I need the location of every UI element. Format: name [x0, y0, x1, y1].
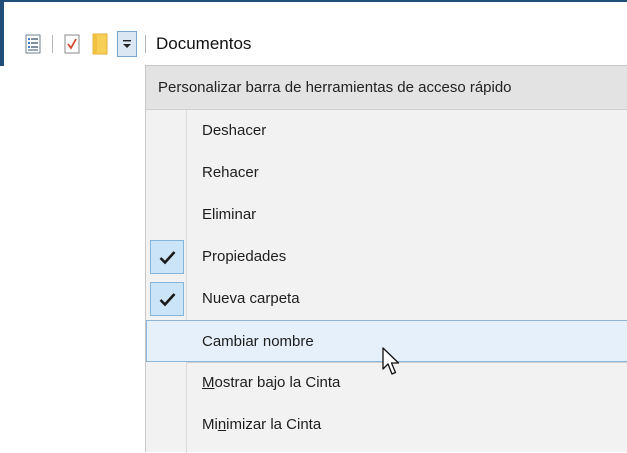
menu-item-label: Cambiar nombre — [202, 333, 314, 350]
window-frame-top — [0, 0, 627, 2]
check-box — [150, 240, 184, 274]
mouse-pointer-icon — [382, 347, 400, 375]
toolbar-separator — [145, 35, 146, 53]
checkmark-icon — [159, 251, 176, 265]
checklist-button[interactable] — [61, 32, 83, 56]
menu-header: Personalizar barra de herramientas de ac… — [146, 66, 627, 110]
menu-item-minimize-ribbon[interactable]: Minimizar la Cinta — [146, 404, 627, 446]
customize-quick-access-button[interactable] — [117, 31, 137, 57]
menu-item-label: Rehacer — [202, 164, 259, 181]
customize-quick-access-menu: Personalizar barra de herramientas de ac… — [145, 65, 627, 453]
checklist-icon — [64, 34, 80, 54]
menu-item-label: Deshacer — [202, 122, 267, 139]
menu-item-label: Nueva carpeta — [202, 290, 300, 307]
check-slot — [150, 156, 184, 190]
menu-item-undo[interactable]: Deshacer — [146, 110, 627, 152]
check-slot — [150, 198, 184, 232]
properties-icon — [25, 34, 41, 54]
toolbar-separator — [52, 35, 53, 53]
title-bar: Documentos — [0, 0, 627, 66]
checkmark-icon — [159, 293, 176, 307]
access-key: n — [217, 416, 227, 433]
check-box — [150, 282, 184, 316]
menu-item-label: Propiedades — [202, 248, 287, 265]
menu-item-label: Eliminar — [202, 206, 257, 223]
menu-item-delete[interactable]: Eliminar — [146, 194, 627, 236]
new-folder-button[interactable] — [89, 32, 111, 56]
window-title: Documentos — [156, 34, 252, 53]
customize-dropdown-icon — [123, 40, 131, 48]
menu-item-list: Deshacer Rehacer Eliminar Propiedades Nu… — [146, 110, 627, 446]
menu-item-new-folder[interactable]: Nueva carpeta — [146, 278, 627, 320]
menu-separator — [187, 362, 627, 363]
menu-item-label: Mostrar bajo la Cinta — [202, 374, 341, 391]
folder-icon — [92, 33, 108, 55]
menu-item-properties[interactable]: Propiedades — [146, 236, 627, 278]
properties-button[interactable] — [22, 32, 44, 56]
menu-item-label: Minimizar la Cinta — [202, 416, 322, 433]
quick-access-toolbar: Documentos — [22, 30, 251, 58]
access-key: M — [202, 374, 215, 391]
menu-item-redo[interactable]: Rehacer — [146, 152, 627, 194]
window-frame-left — [0, 0, 4, 66]
check-slot — [150, 114, 184, 148]
